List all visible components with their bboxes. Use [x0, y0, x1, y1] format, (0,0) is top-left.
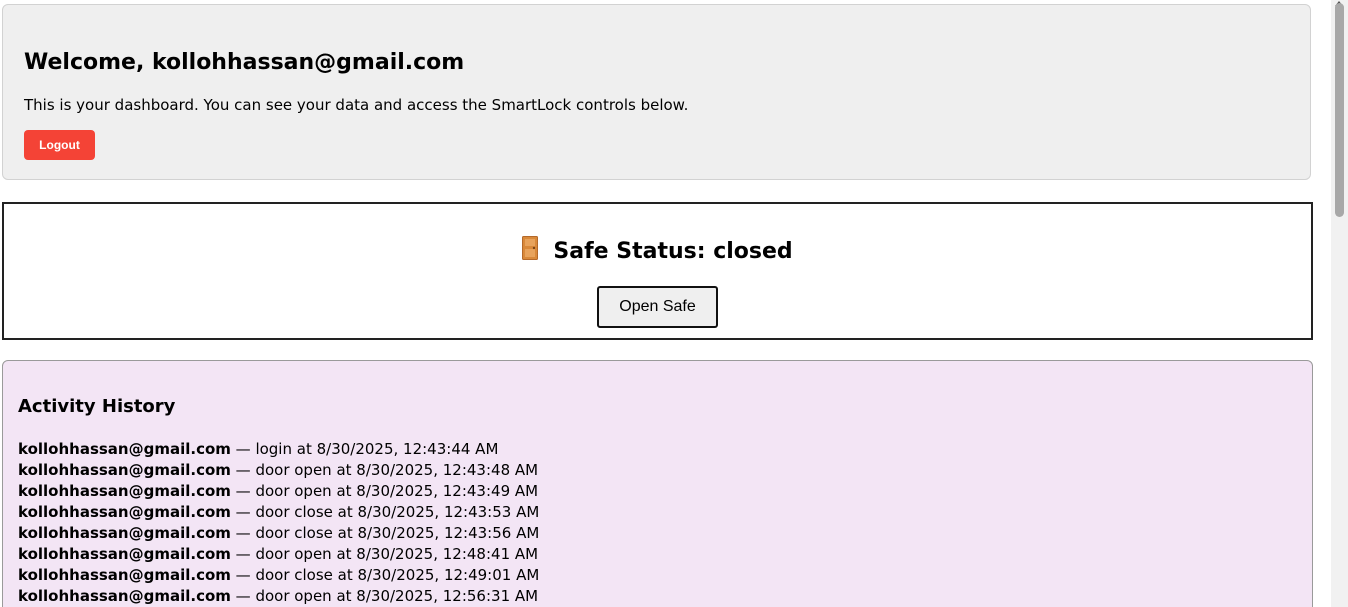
- dashboard-description: This is your dashboard. You can see your…: [24, 96, 689, 114]
- safe-status-text: Safe Status: closed: [553, 239, 793, 264]
- activity-detail: — login at 8/30/2025, 12:43:44 AM: [230, 440, 499, 458]
- scrollbar-thumb[interactable]: [1335, 3, 1344, 217]
- welcome-card: Welcome, kollohhassan@gmail.com This is …: [2, 4, 1311, 180]
- door-icon: [522, 236, 539, 264]
- activity-user: kollohhassan@gmail.com: [18, 545, 231, 563]
- welcome-title: Welcome, kollohhassan@gmail.com: [24, 50, 465, 75]
- page: Welcome, kollohhassan@gmail.com This is …: [0, 0, 1348, 607]
- activity-item: kollohhassan@gmail.com — door open at 8/…: [18, 544, 539, 565]
- activity-user: kollohhassan@gmail.com: [18, 566, 231, 584]
- activity-item: kollohhassan@gmail.com — door close at 8…: [18, 523, 539, 544]
- activity-list: kollohhassan@gmail.com — login at 8/30/2…: [18, 439, 539, 607]
- activity-item: kollohhassan@gmail.com — door open at 8/…: [18, 481, 539, 502]
- activity-detail: — door open at 8/30/2025, 12:43:48 AM: [230, 461, 539, 479]
- safe-status-heading: Safe Status: closed: [4, 236, 1311, 266]
- activity-history-title: Activity History: [18, 396, 176, 417]
- activity-detail: — door close at 8/30/2025, 12:43:53 AM: [230, 503, 540, 521]
- activity-item: kollohhassan@gmail.com — login at 8/30/2…: [18, 439, 539, 460]
- activity-detail: — door open at 8/30/2025, 12:56:31 AM: [230, 587, 539, 605]
- activity-detail: — door close at 8/30/2025, 12:49:01 AM: [230, 566, 540, 584]
- open-safe-button[interactable]: Open Safe: [597, 286, 718, 328]
- activity-item: kollohhassan@gmail.com — door close at 8…: [18, 565, 539, 586]
- vertical-scrollbar[interactable]: [1331, 0, 1348, 607]
- safe-status-card: Safe Status: closed Open Safe: [2, 202, 1313, 340]
- activity-user: kollohhassan@gmail.com: [18, 440, 231, 458]
- activity-item: kollohhassan@gmail.com — door close at 8…: [18, 502, 539, 523]
- activity-detail: — door open at 8/30/2025, 12:43:49 AM: [230, 482, 539, 500]
- activity-user: kollohhassan@gmail.com: [18, 524, 231, 542]
- activity-detail: — door close at 8/30/2025, 12:43:56 AM: [230, 524, 540, 542]
- activity-detail: — door open at 8/30/2025, 12:48:41 AM: [230, 545, 539, 563]
- activity-user: kollohhassan@gmail.com: [18, 503, 231, 521]
- activity-history-card: Activity History kollohhassan@gmail.com …: [2, 360, 1313, 607]
- activity-item: kollohhassan@gmail.com — door open at 8/…: [18, 586, 539, 607]
- logout-button[interactable]: Logout: [24, 130, 95, 160]
- activity-user: kollohhassan@gmail.com: [18, 587, 231, 605]
- activity-user: kollohhassan@gmail.com: [18, 482, 231, 500]
- activity-user: kollohhassan@gmail.com: [18, 461, 231, 479]
- dashboard-content: Welcome, kollohhassan@gmail.com This is …: [0, 0, 1331, 607]
- activity-item: kollohhassan@gmail.com — door open at 8/…: [18, 460, 539, 481]
